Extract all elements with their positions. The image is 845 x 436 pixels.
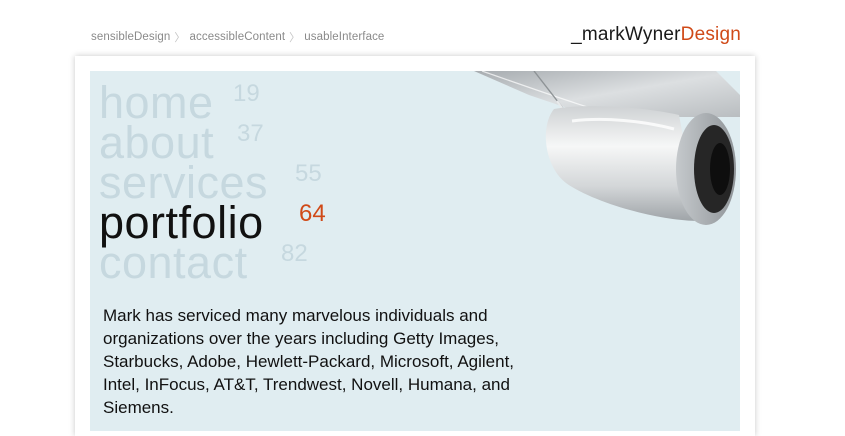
nav-item-contact[interactable]: contact 82	[99, 240, 308, 285]
tagline-usable-interface: usableInterface	[304, 31, 385, 43]
tagline: sensibleDesign 〉 accessibleContent 〉 usa…	[91, 29, 384, 45]
tagline-sensible-design: sensibleDesign	[91, 31, 171, 43]
hero-panel: home 19 about 37 services 55 portfolio 6…	[90, 71, 740, 431]
nav-number: 64	[299, 200, 326, 227]
tagline-separator: 〉	[289, 32, 301, 44]
nav-number: 19	[233, 80, 260, 107]
content-card: home 19 about 37 services 55 portfolio 6…	[75, 56, 755, 436]
tagline-accessible-content: accessibleContent	[189, 31, 286, 43]
portfolio-description: Mark has serviced many marvelous individ…	[103, 306, 515, 417]
jet-engine-image	[474, 71, 740, 225]
tagline-separator: 〉	[174, 32, 186, 44]
nav-number: 82	[281, 240, 308, 267]
nav-number: 37	[237, 120, 264, 147]
nav-label: contact	[99, 237, 248, 288]
brand-name: _markWyner	[571, 24, 681, 45]
brand-accent: Design	[680, 24, 741, 45]
main-nav: home 19 about 37 services 55 portfolio 6…	[99, 80, 326, 285]
site-logo[interactable]: _markWynerDesign	[571, 24, 741, 46]
nav-number: 55	[295, 160, 322, 187]
